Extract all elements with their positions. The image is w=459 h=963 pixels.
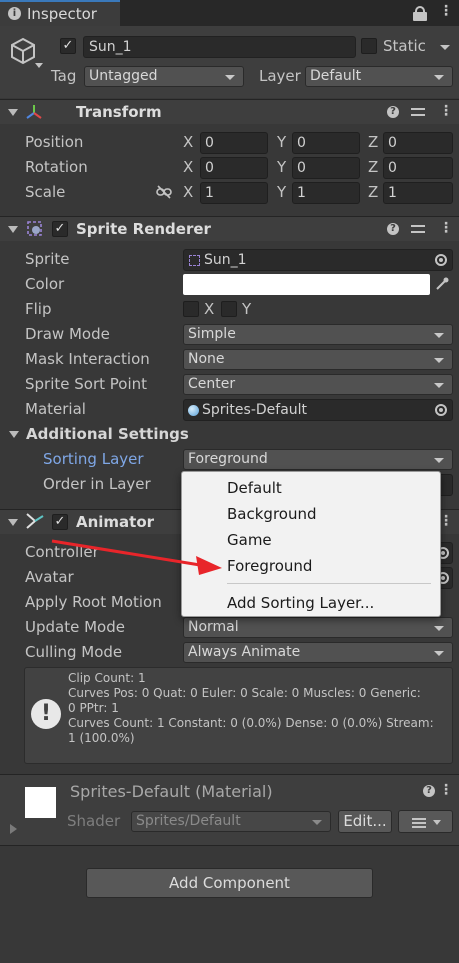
red-annotation-arrow bbox=[51, 539, 222, 575]
